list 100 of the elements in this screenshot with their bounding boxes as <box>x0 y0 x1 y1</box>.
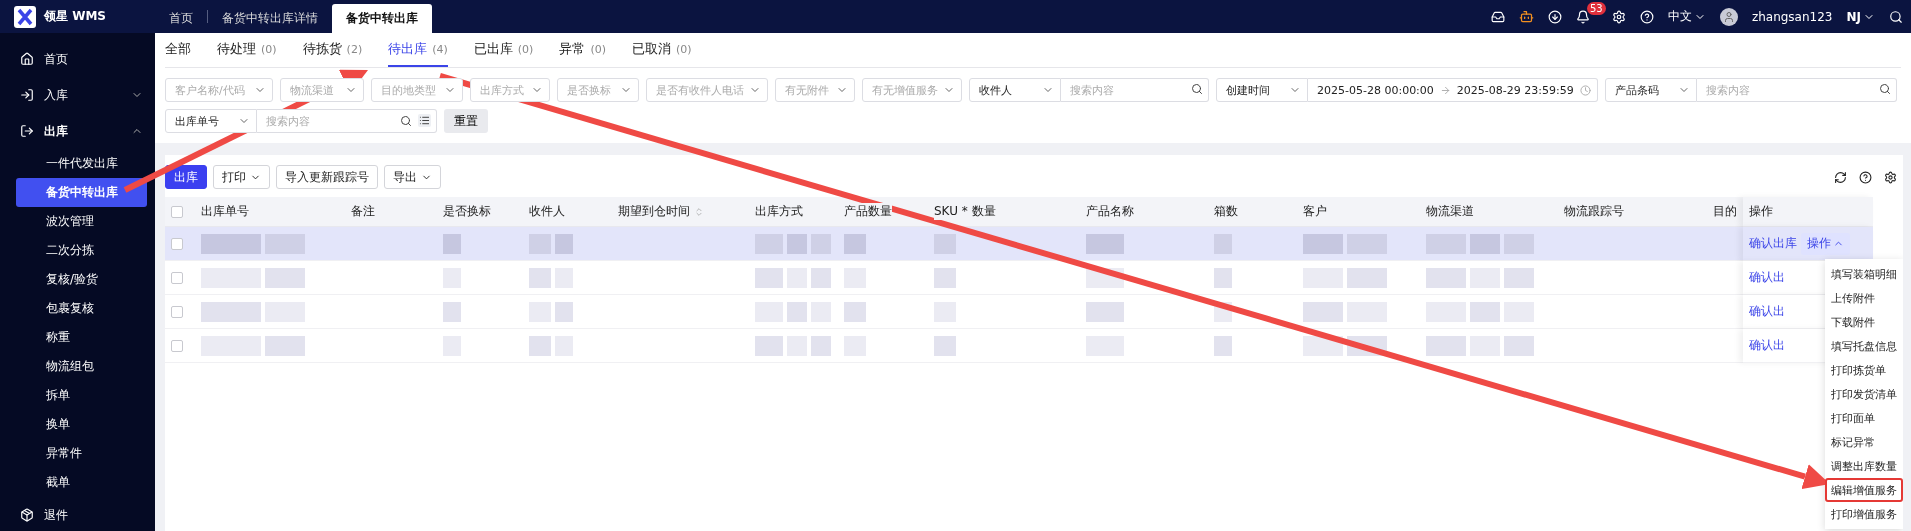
column-header: 收件人 <box>529 203 565 220</box>
blurred-text <box>201 301 261 322</box>
field-select[interactable]: 产品条码 <box>1605 78 1697 102</box>
robot-icon[interactable] <box>1518 9 1534 24</box>
menu-item[interactable]: 编辑增值服务 <box>1825 478 1903 502</box>
toolbar-button[interactable]: 打印 <box>213 165 270 189</box>
logout-icon <box>20 124 34 138</box>
checkbox[interactable] <box>171 205 183 218</box>
refresh-icon[interactable] <box>1834 170 1847 184</box>
blurred-text <box>555 301 573 322</box>
checkbox[interactable] <box>171 271 183 284</box>
help-icon[interactable] <box>1859 170 1872 184</box>
blurred-text <box>443 233 461 254</box>
search-field[interactable]: 搜索内容 <box>257 109 437 133</box>
sidebar-subitem[interactable]: 二次分拣 <box>16 236 147 265</box>
field-select[interactable]: 出库单号 <box>165 109 257 133</box>
blurred-text <box>811 335 831 356</box>
blurred-text <box>755 335 783 356</box>
download-icon[interactable] <box>1547 9 1562 24</box>
status-tab[interactable]: 待拣货 (2) <box>302 33 363 67</box>
reset-button[interactable]: 重置 <box>444 109 488 133</box>
sidebar-subitem[interactable]: 换单 <box>16 410 147 439</box>
blurred-text <box>1426 267 1466 288</box>
toolbar-button[interactable]: 导出 <box>384 165 441 189</box>
blurred-text <box>1303 233 1343 254</box>
sidebar-subitem[interactable]: 复核/验货 <box>16 265 147 294</box>
sidebar-item[interactable]: 出库 <box>44 122 68 140</box>
language-menu[interactable]: 中文 <box>1667 8 1692 25</box>
menu-item[interactable]: 下载附件 <box>1825 310 1903 334</box>
status-tab[interactable]: 已出库 (0) <box>473 33 534 67</box>
page-tab[interactable]: 首页 <box>155 4 207 33</box>
status-tab[interactable]: 异常 (0) <box>559 33 606 67</box>
status-tab[interactable]: 全部 <box>165 33 191 67</box>
checkbox[interactable] <box>171 339 183 352</box>
confirm-link[interactable]: 确认出库 <box>1749 235 1797 252</box>
actions-button[interactable]: 操作 <box>1801 232 1850 255</box>
blurred-text <box>1347 267 1387 288</box>
date-range-field[interactable]: 2025-05-28 00:00:00 2025-08-29 23:59:59 <box>1308 78 1598 102</box>
menu-item[interactable]: 打印增值服务 <box>1825 502 1903 526</box>
start-date: 2025-05-28 00:00:00 <box>1317 83 1434 97</box>
sidebar-subitem[interactable]: 截单 <box>16 468 147 497</box>
confirm-link[interactable]: 确认出 <box>1749 337 1785 354</box>
menu-item[interactable]: 打印拣货单 <box>1825 358 1903 382</box>
column-header: 产品名称 <box>1086 203 1134 220</box>
list-icon[interactable] <box>418 114 431 127</box>
page-tab[interactable]: 备货中转出库 <box>332 4 432 33</box>
sidebar-subitem[interactable]: 物流组包 <box>16 352 147 381</box>
menu-item[interactable]: 填写装箱明细 <box>1825 262 1903 286</box>
sidebar-subitem[interactable]: 一件代发出库 <box>16 149 147 178</box>
field-select[interactable]: 收件人 <box>969 78 1061 102</box>
blurred-text <box>1470 301 1500 322</box>
search-field[interactable]: 搜索内容 <box>1697 78 1897 102</box>
column-header: 出库单号 <box>201 203 249 220</box>
column-header: 产品数量 <box>844 203 892 220</box>
warehouse-menu[interactable]: NJ <box>1846 9 1861 24</box>
sidebar-item[interactable]: 退件 <box>44 506 68 524</box>
page-tab[interactable]: 备货中转出库详情 <box>208 4 332 33</box>
menu-item[interactable]: 上传附件 <box>1825 286 1903 310</box>
inbox-icon[interactable] <box>1490 9 1505 24</box>
checkbox[interactable] <box>171 237 183 250</box>
toolbar-button[interactable]: 出库 <box>165 165 207 189</box>
sidebar-subitem[interactable]: 称重 <box>16 323 147 352</box>
checkbox[interactable] <box>171 305 183 318</box>
field-select[interactable]: 创建时间 <box>1216 78 1308 102</box>
sidebar-item[interactable]: 入库 <box>44 86 68 104</box>
confirm-link[interactable]: 确认出 <box>1749 303 1785 320</box>
blurred-text <box>1086 301 1124 322</box>
settings-icon[interactable] <box>1611 9 1626 24</box>
sidebar-subitem[interactable]: 备货中转出库 <box>16 178 147 207</box>
blurred-text <box>265 335 305 356</box>
column-header: 期望到仓时间 <box>618 203 690 220</box>
search-field[interactable]: 搜索内容 <box>1061 78 1209 102</box>
menu-item[interactable]: 填写托盘信息 <box>1825 334 1903 358</box>
menu-item[interactable]: 打印发货清单 <box>1825 382 1903 406</box>
menu-item[interactable]: 标记异常 <box>1825 430 1903 454</box>
search-icon[interactable] <box>1889 9 1903 24</box>
status-tab[interactable]: 待处理 (0) <box>217 33 277 67</box>
column-header: 是否换标 <box>443 203 491 220</box>
logo-icon <box>14 5 36 28</box>
bell-icon[interactable] <box>1575 9 1590 24</box>
package-icon <box>20 508 34 522</box>
sidebar-item[interactable]: 首页 <box>44 50 68 68</box>
clock-icon <box>1580 84 1591 96</box>
column-header: SKU * 数量 <box>934 203 996 220</box>
sidebar-subitem[interactable]: 波次管理 <box>16 207 147 236</box>
menu-item[interactable]: 调整出库数量 <box>1825 454 1903 478</box>
status-tab[interactable]: 已取消 (0) <box>631 33 692 67</box>
avatar-icon[interactable] <box>1719 7 1738 26</box>
sidebar-subitem[interactable]: 异常件 <box>16 439 147 468</box>
menu-item[interactable]: 打印面单 <box>1825 406 1903 430</box>
status-tab[interactable]: 待出库 (4) <box>388 33 448 67</box>
confirm-link[interactable]: 确认出 <box>1749 269 1785 286</box>
blurred-text <box>1504 267 1534 288</box>
blurred-text <box>1214 267 1232 288</box>
sidebar-subitem[interactable]: 拆单 <box>16 381 147 410</box>
toolbar-button[interactable]: 导入更新跟踪号 <box>276 165 378 189</box>
blurred-text <box>934 335 956 356</box>
settings-icon[interactable] <box>1884 170 1897 184</box>
user-name[interactable]: zhangsan123 <box>1751 9 1833 24</box>
sidebar-subitem[interactable]: 包裹复核 <box>16 294 147 323</box>
